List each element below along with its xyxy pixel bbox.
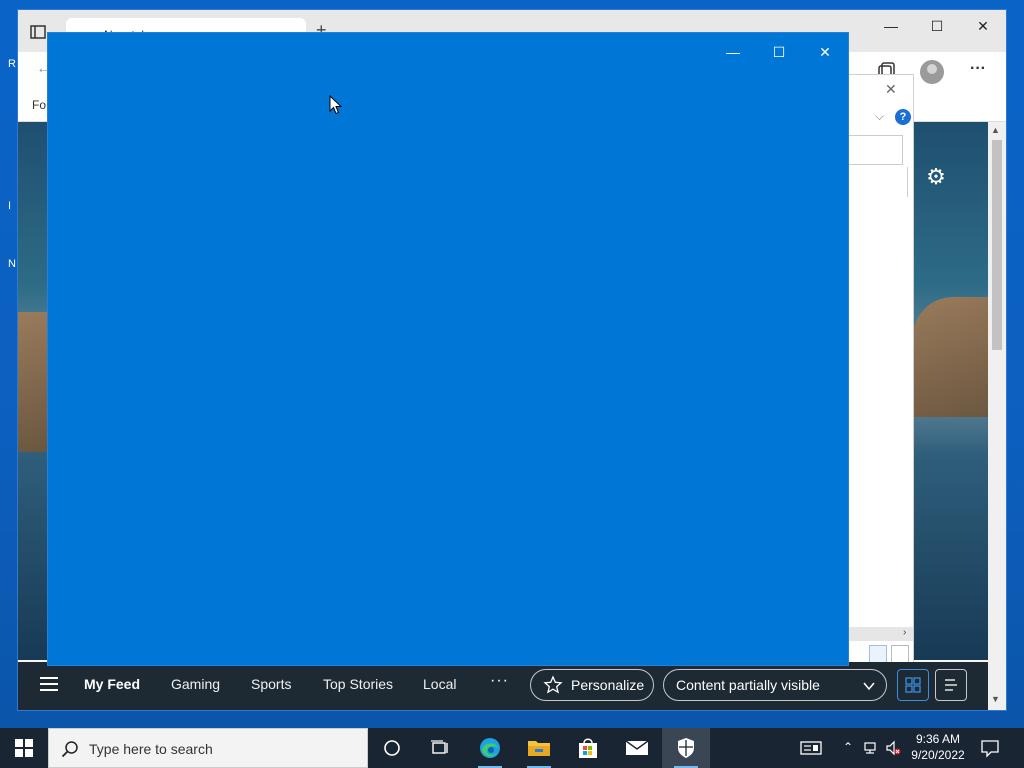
list-icon [945, 679, 957, 691]
profile-icon[interactable] [920, 60, 944, 84]
feed-tab-local[interactable]: Local [423, 676, 456, 692]
cortana-icon[interactable] [368, 728, 416, 768]
close-button[interactable]: ✕ [802, 37, 848, 67]
action-center-icon[interactable] [980, 738, 1000, 758]
browser-minimize-button[interactable]: — [868, 10, 914, 42]
news-widget-icon[interactable] [800, 740, 822, 756]
scroll-up-icon[interactable]: ▲ [991, 125, 1000, 135]
personalize-label: Personalize [571, 677, 645, 693]
list-layout-button[interactable] [935, 669, 967, 701]
grid-icon [905, 677, 921, 693]
feed-tab-sports[interactable]: Sports [251, 676, 291, 692]
content-filter-value: Content partially visible [676, 677, 820, 693]
desktop-icon-fragment[interactable]: I [8, 200, 18, 214]
divider [907, 167, 908, 197]
windows-logo-icon [15, 739, 33, 757]
preview-view-icon[interactable] [891, 645, 909, 663]
horizontal-scrollbar[interactable]: › [849, 627, 913, 641]
news-feed-bar: My Feed Gaming Sports Top Stories Local … [18, 662, 988, 710]
page-scrollbar[interactable]: ▲ ▼ [988, 122, 1006, 710]
taskbar: Type here to search ⌃ 9:36 AM 9/20/2022 [0, 728, 1024, 768]
mouse-cursor-icon [329, 95, 343, 115]
scroll-down-icon[interactable]: ▼ [991, 694, 1000, 704]
show-hidden-icons-icon[interactable]: ⌃ [840, 740, 856, 756]
edge-icon[interactable] [466, 728, 514, 768]
volume-muted-icon[interactable] [885, 740, 901, 756]
system-clock[interactable]: 9:36 AM 9/20/2022 [906, 731, 970, 763]
tab-actions-icon[interactable] [28, 22, 48, 42]
security-icon[interactable] [662, 728, 710, 768]
close-icon[interactable]: ✕ [885, 81, 897, 98]
browser-maximize-button[interactable]: ☐ [914, 10, 960, 42]
clock-time: 9:36 AM [915, 732, 961, 746]
network-icon[interactable] [863, 740, 879, 756]
store-icon[interactable] [564, 728, 612, 768]
chevron-down-icon [863, 682, 875, 691]
browser-close-button[interactable]: ✕ [960, 10, 1006, 42]
minimize-button[interactable]: — [710, 37, 756, 67]
personalize-star-icon [543, 675, 563, 694]
more-tabs-icon[interactable]: ··· [490, 672, 509, 690]
scrollbar-thumb[interactable] [992, 140, 1002, 350]
landscape-hill [18, 312, 48, 452]
settings-gear-icon[interactable]: ⚙ [924, 165, 948, 189]
favorites-label[interactable]: Fo [32, 98, 46, 112]
file-explorer-icon[interactable] [515, 728, 563, 768]
blank-blue-window[interactable]: — ☐ ✕ [48, 33, 848, 665]
task-view-icon[interactable] [416, 728, 464, 768]
feed-tab-gaming[interactable]: Gaming [171, 676, 220, 692]
scroll-right-icon[interactable]: › [903, 627, 906, 638]
more-icon[interactable]: ··· [966, 60, 990, 84]
personalize-button[interactable]: Personalize [530, 669, 654, 701]
clock-date: 9/20/2022 [911, 748, 965, 762]
grid-layout-button[interactable] [897, 669, 929, 701]
desktop-icon-fragment[interactable]: R [8, 58, 18, 72]
desktop-icons-edge: R I N [0, 50, 18, 290]
dialog-input-field[interactable] [849, 135, 903, 165]
taskbar-search-box[interactable]: Type here to search [48, 728, 368, 768]
maximize-button[interactable]: ☐ [756, 37, 802, 67]
hamburger-menu-icon[interactable] [40, 677, 58, 691]
help-icon[interactable]: ? [895, 109, 911, 125]
feed-tab-top-stories[interactable]: Top Stories [323, 676, 393, 692]
search-icon [61, 741, 78, 758]
start-button[interactable] [0, 728, 48, 768]
chevron-down-icon[interactable]: ⌵ [875, 109, 884, 124]
feed-tab-my-feed[interactable]: My Feed [84, 676, 140, 692]
side-dialog: ✕ ⌵ ? › [848, 74, 914, 666]
details-view-icon[interactable] [869, 645, 887, 663]
content-filter-dropdown[interactable]: Content partially visible [663, 669, 887, 701]
search-placeholder: Type here to search [89, 741, 213, 757]
desktop-icon-fragment[interactable]: N [8, 258, 18, 272]
mail-icon[interactable] [613, 728, 661, 768]
